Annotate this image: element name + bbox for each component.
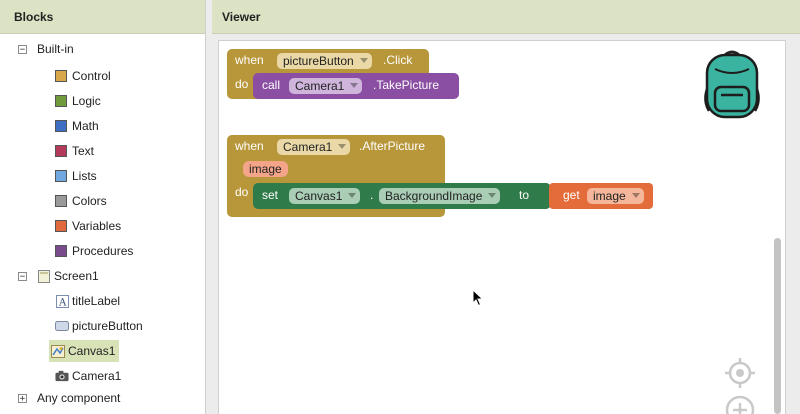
when-keyword: when [235,53,264,67]
drawer-math-label: Math [72,119,99,133]
recenter-icon[interactable] [725,358,755,393]
math-color-icon [55,120,67,132]
component-picturebutton[interactable]: pictureButton [55,315,143,337]
colors-color-icon [55,195,67,207]
component-dropdown[interactable]: Camera1 [277,139,351,155]
viewer-panel: Viewer when pictureButton .Click do call… [212,0,800,414]
dot-separator: . [370,188,374,202]
tree-screen1-label: Screen1 [54,269,99,283]
component-picturebutton-label: pictureButton [72,319,143,333]
variables-color-icon [55,220,67,232]
blocks-panel: Blocks − Built-in Control Logic Math Tex… [0,0,206,414]
event-name: .Click [383,53,413,67]
component-titlelabel-label: titleLabel [72,294,121,308]
label-icon: A [55,294,69,308]
component-camera1[interactable]: Camera1 [55,365,121,387]
blocks-panel-title: Blocks [14,9,54,24]
dropdown-arrow-icon [350,83,359,88]
component-dropdown-label: pictureButton [283,54,354,68]
drawer-control[interactable]: Control [55,65,111,87]
getter-block[interactable]: get image [549,183,653,209]
canvas-icon [51,344,65,358]
svg-text:A: A [58,297,67,308]
when-keyword: when [235,139,264,153]
dropdown-arrow-icon [359,58,368,63]
component-dropdown-label: Canvas1 [295,189,343,203]
dropdown-arrow-icon [348,193,357,198]
property-dropdown[interactable]: BackgroundImage [379,188,501,204]
drawer-control-label: Control [72,69,111,83]
vertical-scrollbar[interactable] [774,238,781,414]
screen-icon [37,269,51,283]
component-canvas1-label: Canvas1 [68,344,116,358]
viewer-panel-title: Viewer [222,9,261,24]
drawer-logic[interactable]: Logic [55,90,101,112]
drawer-colors-label: Colors [72,194,107,208]
dropdown-arrow-icon [631,193,640,198]
drawer-text[interactable]: Text [55,140,94,162]
drawer-logic-label: Logic [72,94,101,108]
blocks-workspace[interactable]: when pictureButton .Click do call Camera… [218,40,786,414]
tree-builtin-label: Built-in [37,42,74,56]
call-keyword: call [262,78,281,92]
drawer-lists-label: Lists [72,169,97,183]
event-parameter[interactable]: image [243,161,288,177]
component-dropdown-label: Camera1 [295,79,345,93]
tree-builtin[interactable]: − Built-in [18,38,74,60]
component-dropdown-label: Camera1 [283,140,333,154]
variable-dropdown-label: image [593,189,626,203]
drawer-text-label: Text [72,144,95,158]
dropdown-arrow-icon [488,193,497,198]
component-canvas1[interactable]: Canvas1 [49,340,120,362]
event-name: .AfterPicture [359,139,426,153]
drawer-variables-label: Variables [72,219,122,233]
setter-block[interactable]: set Canvas1 . BackgroundImage to [253,183,551,209]
lists-color-icon [55,170,67,182]
variable-dropdown[interactable]: image [587,188,644,204]
expand-toggle-icon[interactable]: + [18,393,27,403]
property-dropdown-label: BackgroundImage [385,189,483,203]
component-dropdown[interactable]: Camera1 [289,78,363,94]
component-dropdown[interactable]: pictureButton [277,53,372,69]
drawer-colors[interactable]: Colors [55,190,107,212]
collapse-toggle-icon[interactable]: − [18,271,27,281]
do-keyword: do [235,185,249,199]
control-color-icon [55,70,67,82]
drawer-procedures-label: Procedures [72,244,134,258]
zoom-in-icon[interactable] [725,395,755,414]
component-dropdown[interactable]: Canvas1 [289,188,361,204]
do-keyword: do [235,77,249,91]
button-icon [55,320,69,333]
tree-any-component-label: Any component [37,391,121,405]
dropdown-arrow-icon [338,144,347,149]
drawer-variables[interactable]: Variables [55,215,121,237]
logic-color-icon [55,95,67,107]
backpack-icon[interactable] [699,49,765,126]
blocks-panel-header: Blocks [0,0,205,34]
tree-any-component[interactable]: + Any component [18,387,120,409]
drawer-math[interactable]: Math [55,115,99,137]
drawer-lists[interactable]: Lists [55,165,97,187]
procedures-color-icon [55,245,67,257]
component-titlelabel[interactable]: A titleLabel [55,290,120,312]
collapse-toggle-icon[interactable]: − [18,44,27,54]
component-camera1-label: Camera1 [72,369,122,383]
method-name: .TakePicture [373,78,440,92]
set-keyword: set [262,188,279,202]
get-keyword: get [563,188,580,202]
tree-screen1[interactable]: − Screen1 [18,265,99,287]
drawer-procedures[interactable]: Procedures [55,240,133,262]
text-color-icon [55,145,67,157]
mouse-cursor-icon [472,288,484,312]
method-call-block[interactable]: call Camera1 .TakePicture [253,73,459,99]
viewer-panel-header: Viewer [212,0,800,34]
to-keyword: to [519,188,530,202]
camera-icon [55,370,69,383]
